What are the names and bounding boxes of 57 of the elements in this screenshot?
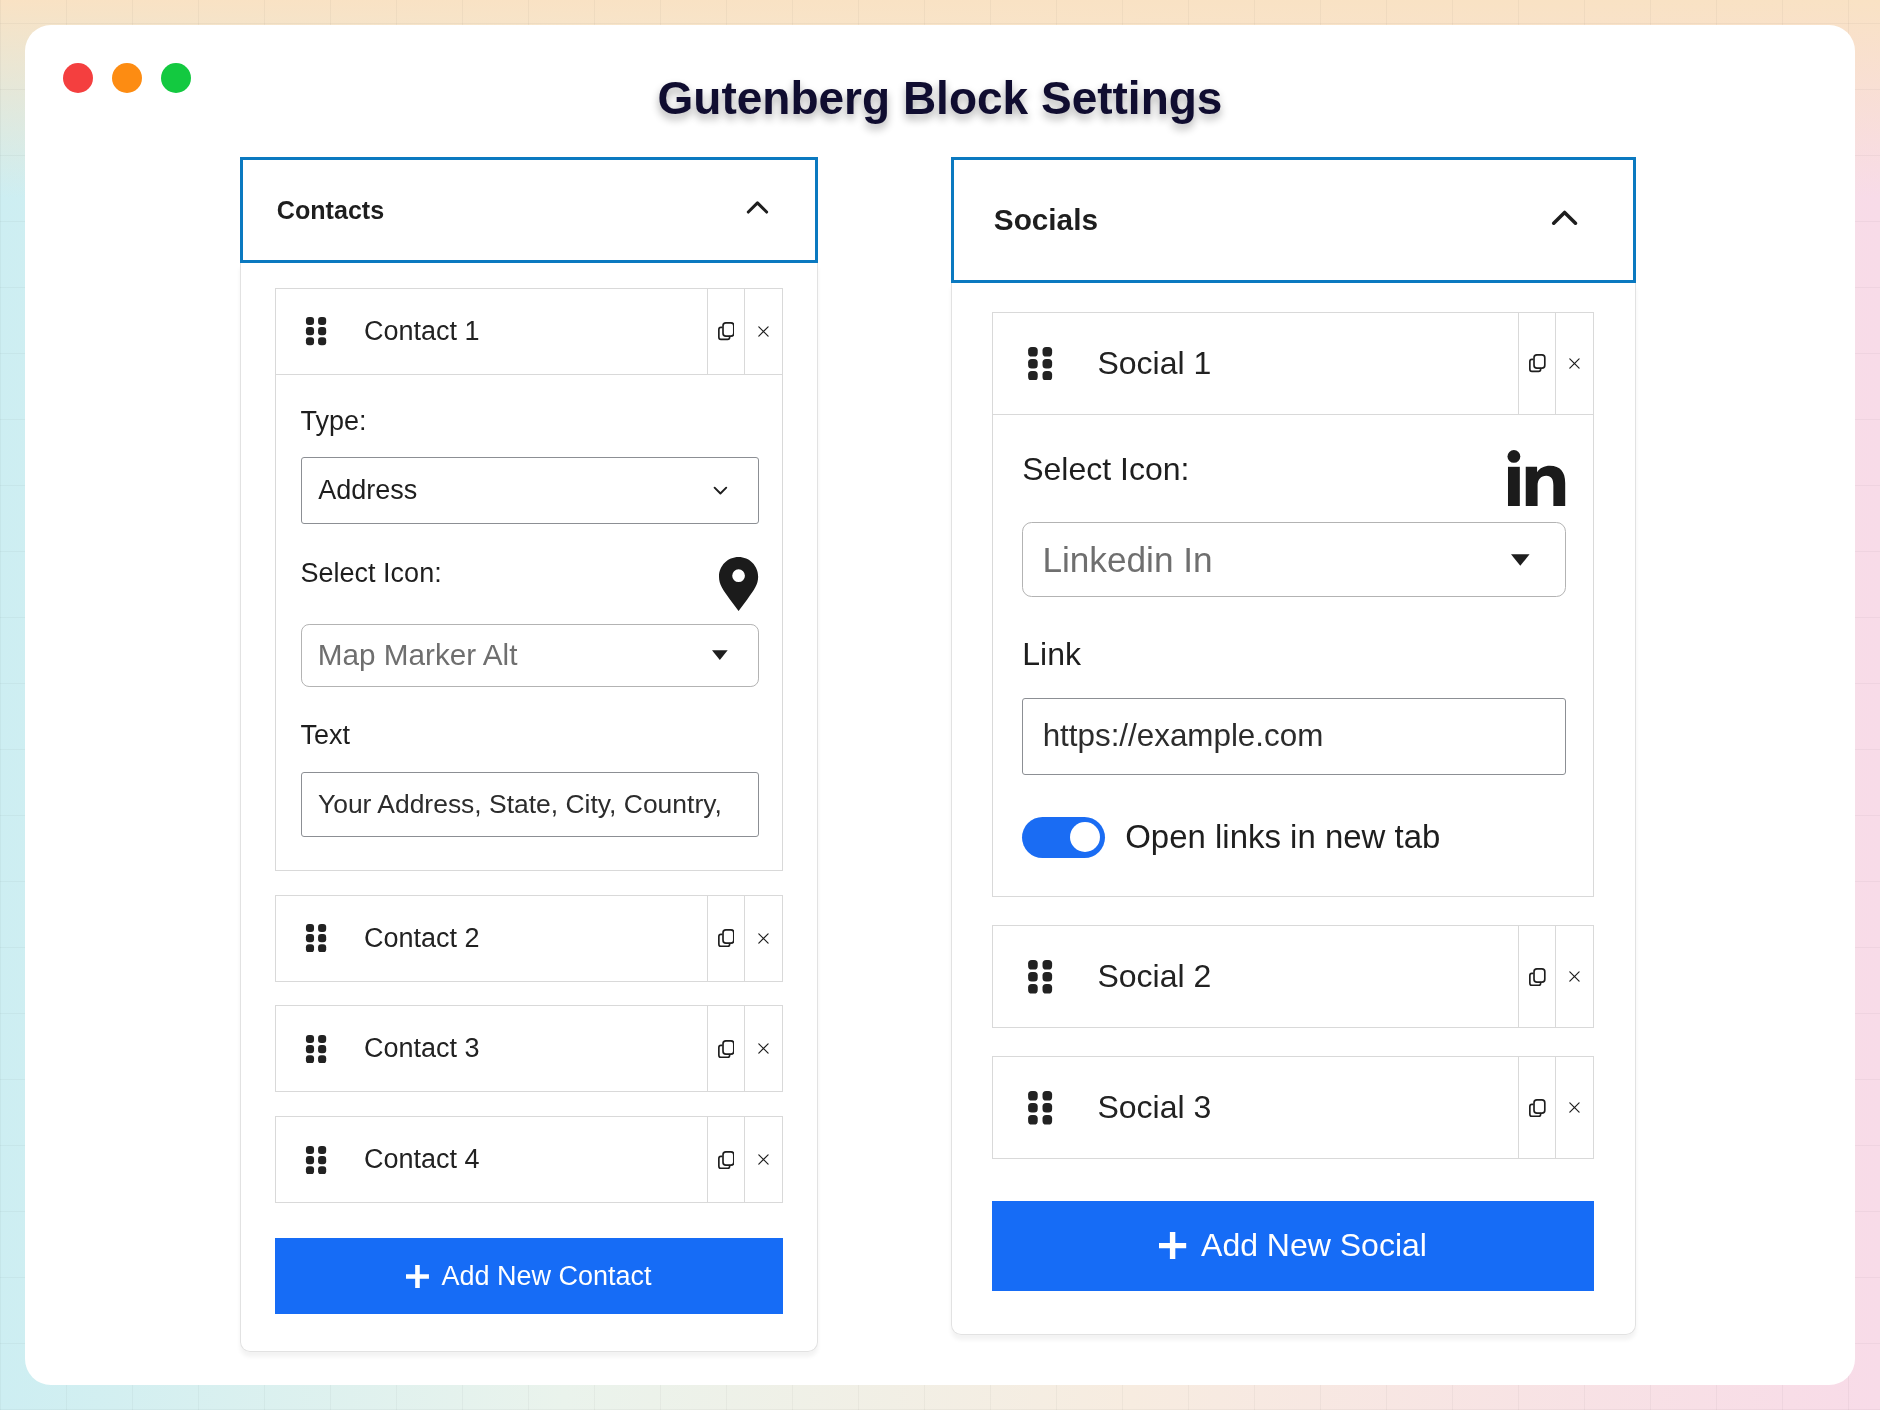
copy-icon [1529,354,1546,373]
copy-icon [717,1039,735,1059]
add-button[interactable]: Add New Social [992,1200,1594,1291]
toggle-label: Open links in new tab [1125,818,1441,857]
item-title: Contact 1 [364,315,480,347]
field-label: Select Icon: [300,556,442,590]
icon-dropdown[interactable]: Map Marker Alt [300,624,759,687]
close-icon [1569,1102,1581,1114]
plus-icon [406,1264,430,1288]
drag-handle-icon[interactable] [1027,959,1054,994]
close-icon [757,1043,769,1055]
drag-handle-icon[interactable] [304,1034,327,1064]
drag-handle-icon[interactable] [1027,1090,1054,1125]
panel-header[interactable]: Contacts [240,157,818,264]
page-title: Gutenberg Block Settings [657,71,1223,126]
caret-down-icon [1511,553,1530,566]
window-dot-icon[interactable] [63,63,93,93]
drag-handle-icon[interactable] [304,1145,327,1174]
chevron-down-icon [713,485,728,496]
field-label: Link [1022,635,1081,674]
item-title: Contact 2 [364,922,480,954]
copy-icon [1529,967,1546,986]
dropdown[interactable]: Address [300,457,759,525]
plus-icon [1159,1232,1187,1260]
field-label: Type: [300,404,367,438]
drag-handle-icon[interactable] [304,317,327,346]
linkedin-icon [1506,450,1566,507]
window-dot-icon[interactable] [112,63,142,93]
item-title: Social 1 [1097,345,1212,383]
text-input[interactable]: https://example.com [1022,697,1566,776]
item-title: Contact 4 [364,1144,480,1176]
close-icon [757,1154,769,1166]
drag-handle-icon[interactable] [1027,346,1054,381]
add-button[interactable]: Add New Contact [275,1238,783,1315]
item-title: Social 2 [1097,958,1212,996]
chevron-up-icon [745,200,769,215]
panel-header[interactable]: Socials [950,157,1636,283]
field-label: Select Icon: [1022,450,1190,489]
copy-icon [717,322,735,341]
map-pin-icon [719,556,759,611]
window-dot-icon[interactable] [161,63,191,93]
close-icon [1569,971,1581,983]
toggle-switch[interactable] [1022,816,1106,858]
text-input[interactable]: Your Address, State, City, Country, [300,771,759,838]
icon-dropdown[interactable]: Linkedin In [1022,522,1566,597]
close-icon [757,326,769,337]
chevron-up-icon [1551,208,1579,225]
close-icon [757,932,769,944]
item-title: Social 3 [1097,1089,1212,1127]
copy-icon [717,1150,735,1169]
copy-icon [1529,1098,1546,1117]
item-title: Contact 3 [364,1033,480,1065]
close-icon [1569,358,1581,370]
drag-handle-icon[interactable] [304,923,327,953]
caret-down-icon [712,650,728,661]
copy-icon [717,929,735,948]
field-label: Text [300,719,351,752]
